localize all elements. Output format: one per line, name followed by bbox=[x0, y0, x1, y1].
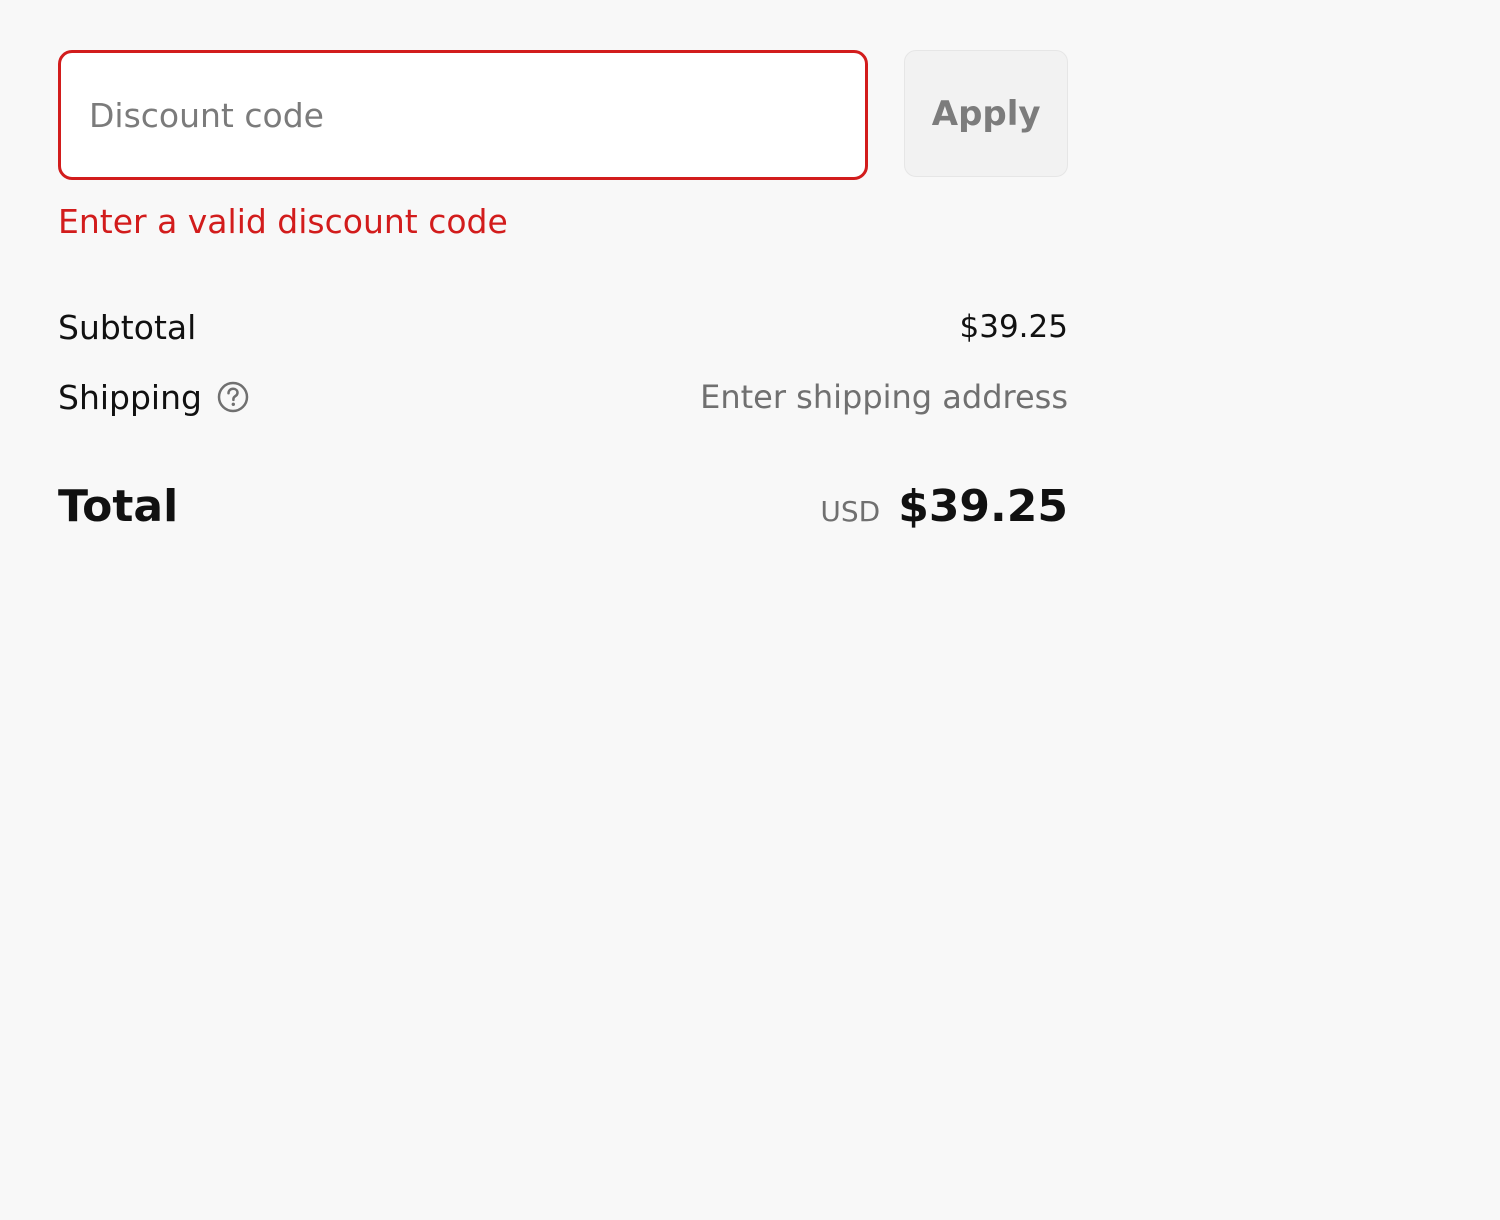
subtotal-label: Subtotal bbox=[58, 307, 197, 347]
subtotal-value: $39.25 bbox=[959, 309, 1068, 345]
discount-code-input[interactable] bbox=[58, 50, 869, 180]
total-value-group: USD $39.25 bbox=[820, 481, 1068, 532]
shipping-row: Shipping Enter shipping address bbox=[58, 377, 1068, 417]
discount-row: Apply bbox=[58, 50, 1068, 180]
total-row: Total USD $39.25 bbox=[58, 480, 1068, 532]
discount-error-message: Enter a valid discount code bbox=[58, 202, 508, 241]
subtotal-row: Subtotal $39.25 bbox=[58, 307, 1068, 347]
shipping-label: Shipping bbox=[58, 377, 202, 417]
currency-code: USD bbox=[820, 494, 881, 528]
shipping-label-group: Shipping bbox=[58, 378, 250, 417]
total-label: Total bbox=[58, 480, 179, 532]
order-summary: Apply Enter a valid discount code Subtot… bbox=[58, 50, 1068, 532]
total-amount: $39.25 bbox=[898, 480, 1068, 532]
shipping-value: Enter shipping address bbox=[700, 378, 1068, 416]
question-circle-icon[interactable] bbox=[216, 380, 250, 414]
apply-button[interactable]: Apply bbox=[904, 50, 1068, 177]
